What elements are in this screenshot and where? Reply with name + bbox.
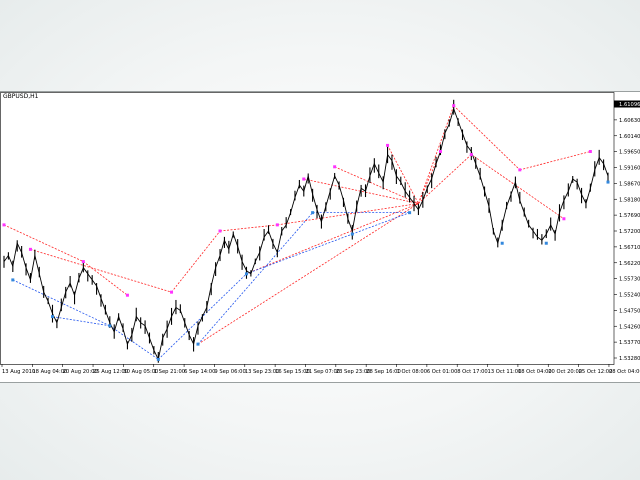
resistance-line bbox=[197, 203, 419, 345]
plot-frame bbox=[0, 92, 615, 365]
pivot-high-marker bbox=[2, 223, 6, 227]
pivot-high-marker bbox=[518, 168, 522, 172]
resistance-line bbox=[453, 105, 521, 171]
current-price-label: 1.61096 bbox=[619, 102, 640, 108]
price-axis-label: 1.60140 bbox=[619, 134, 640, 140]
pivot-high-marker bbox=[81, 260, 85, 264]
price-axis-label: 1.53280 bbox=[619, 356, 640, 362]
support-line bbox=[52, 316, 110, 327]
pivot-low-marker bbox=[108, 324, 112, 328]
time-axis-label: 1 Sep 21:00 bbox=[154, 369, 185, 375]
resistance-line bbox=[519, 151, 591, 171]
price-axis-label: 1.55730 bbox=[619, 277, 640, 283]
resistance-line bbox=[387, 145, 419, 204]
resistance-line bbox=[83, 261, 128, 296]
time-axis-label: 8 Oct 17:00 bbox=[457, 369, 488, 375]
pivot-high-marker bbox=[275, 223, 279, 227]
trend-lines-layer bbox=[3, 105, 591, 360]
price-axis-label: 1.58670 bbox=[619, 181, 640, 187]
time-axis-label: 9 Sep 06:00 bbox=[214, 369, 245, 375]
time-axis-label: 6 Oct 01:00 bbox=[427, 369, 458, 375]
price-axis-label: 1.59160 bbox=[619, 166, 640, 172]
time-axis-label: 25 Oct 12:00 bbox=[579, 369, 613, 375]
pivot-high-marker bbox=[386, 143, 390, 147]
price-axis-label: 1.55240 bbox=[619, 293, 640, 299]
pivot-low-marker bbox=[196, 342, 200, 346]
time-axis-label: 20 Oct 20:00 bbox=[548, 369, 582, 375]
pivot-high-marker bbox=[469, 153, 473, 157]
pivot-low-marker bbox=[606, 180, 610, 184]
price-axis-label: 1.54750 bbox=[619, 308, 640, 314]
support-line bbox=[197, 212, 313, 345]
pivot-high-marker bbox=[333, 165, 337, 169]
pivot-low-marker bbox=[156, 357, 160, 361]
pivot-high-marker bbox=[438, 150, 442, 154]
price-axis-label: 1.57690 bbox=[619, 213, 640, 219]
price-axis-label: 1.58180 bbox=[619, 197, 640, 203]
pivot-low-marker bbox=[311, 211, 315, 215]
time-axis-label: 28 Oct 04:00 bbox=[609, 369, 640, 375]
resistance-line bbox=[334, 166, 419, 204]
resistance-line bbox=[418, 154, 472, 204]
price-axis-label: 1.60630 bbox=[619, 118, 640, 124]
pivot-low-marker bbox=[544, 241, 548, 245]
pivot-high-marker bbox=[125, 293, 129, 297]
price-axis-label: 1.53770 bbox=[619, 340, 640, 346]
pivot-markers-layer bbox=[2, 104, 610, 361]
price-axis-label: 1.56220 bbox=[619, 261, 640, 267]
resistance-line bbox=[418, 105, 455, 204]
price-axis-label: 1.59650 bbox=[619, 150, 640, 156]
price-path bbox=[3, 107, 609, 361]
price-axis-layer: 1.61096 1.60630 1.60140 1.59650 1.59160 1.586… bbox=[0, 92, 640, 365]
support-line bbox=[246, 233, 353, 275]
symbol-label: GBPUSD,H1 bbox=[3, 93, 39, 100]
pivot-high-marker bbox=[588, 150, 592, 154]
pivot-high-marker bbox=[170, 290, 174, 294]
time-axis-label: 1 Oct 08:00 bbox=[397, 369, 428, 375]
pivot-low-marker bbox=[350, 232, 354, 236]
resistance-line bbox=[418, 151, 441, 204]
pivot-high-marker bbox=[218, 229, 222, 233]
time-axis-label: 13 Aug 2010 bbox=[2, 369, 35, 375]
pivot-low-marker bbox=[408, 211, 412, 215]
pivot-high-marker bbox=[562, 217, 566, 221]
time-axis-label: 18 Oct 04:00 bbox=[518, 369, 552, 375]
pivot-low-marker bbox=[244, 272, 248, 276]
pivot-low-marker bbox=[11, 278, 15, 282]
price-axis-label: 1.56710 bbox=[619, 245, 640, 251]
chart-window[interactable]: 1.61096 1.60630 1.60140 1.59650 1.59160 1.586… bbox=[0, 91, 640, 383]
resistance-line bbox=[171, 230, 221, 293]
price-chart[interactable]: 1.61096 1.60630 1.60140 1.59650 1.59160 1.586… bbox=[0, 92, 640, 382]
time-axis-label: 13 Oct 11:00 bbox=[488, 369, 522, 375]
resistance-line bbox=[246, 203, 419, 275]
price-axis-label: 1.54260 bbox=[619, 324, 640, 330]
support-line bbox=[352, 212, 410, 235]
time-axis-label: 6 Sep 14:00 bbox=[184, 369, 215, 375]
resistance-line bbox=[3, 224, 84, 262]
pivot-low-marker bbox=[500, 241, 504, 245]
time-axis-layer: 13 Aug 201018 Aug 04:0020 Aug 20:0025 Au… bbox=[1, 364, 640, 375]
pivot-high-marker bbox=[302, 177, 306, 181]
pivot-high-marker bbox=[452, 104, 456, 108]
resistance-line bbox=[471, 154, 565, 220]
price-axis-label: 1.57200 bbox=[619, 229, 640, 235]
pivot-low-marker bbox=[50, 315, 54, 319]
resistance-line bbox=[30, 248, 172, 293]
pivot-high-marker bbox=[28, 247, 32, 251]
